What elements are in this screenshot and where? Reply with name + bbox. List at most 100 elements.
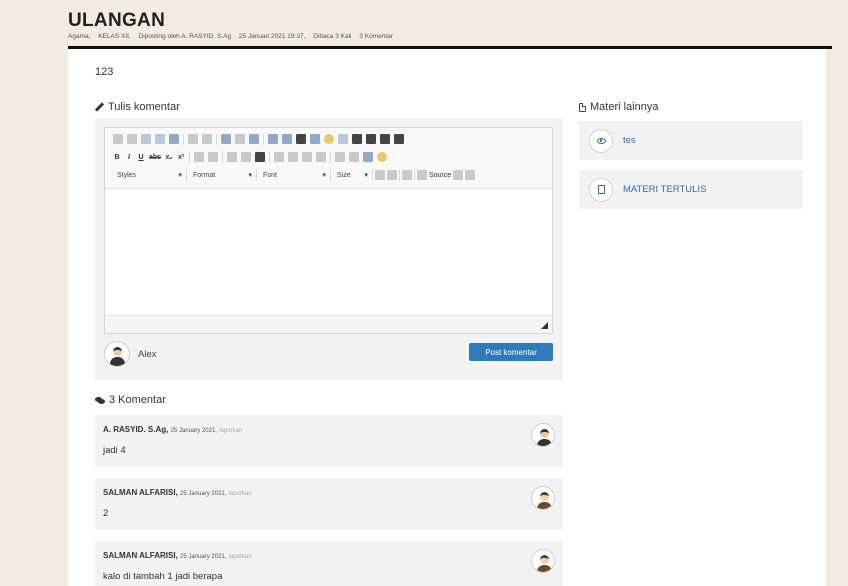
page-title: ULANGAN <box>68 10 166 31</box>
source-icon[interactable] <box>417 170 427 180</box>
link-icon[interactable] <box>221 134 231 144</box>
avatar-head <box>540 492 549 501</box>
editor-toolbar: B I U abc x₂ x² Styles ▾ Format ▾ Font ▾… <box>105 128 552 189</box>
comment-header: A. RASYID. S.Ag, 25 January 2021, lapork… <box>103 425 242 434</box>
comment-form: B I U abc x₂ x² Styles ▾ Format ▾ Font ▾… <box>95 118 563 380</box>
preview-icon[interactable] <box>375 170 385 180</box>
italic-button[interactable]: I <box>125 154 133 161</box>
bg-color-icon[interactable] <box>377 152 388 162</box>
paste-word-icon[interactable] <box>169 134 179 144</box>
comment-date: 25 January 2021, <box>180 491 227 497</box>
text-color-icon[interactable] <box>363 152 374 162</box>
size-dropdown-label: Size <box>337 171 351 179</box>
show-blocks-icon[interactable] <box>465 170 476 180</box>
copy-icon[interactable] <box>127 134 137 144</box>
sidebar-item-label[interactable]: MATERI TERTULIS <box>623 184 706 195</box>
font-dropdown-label: Font <box>263 171 278 179</box>
cut-icon[interactable] <box>113 134 123 144</box>
redo-icon[interactable] <box>202 134 212 144</box>
rich-text-editor: B I U abc x₂ x² Styles ▾ Format ▾ Font ▾… <box>104 127 553 334</box>
copyright-icon[interactable] <box>394 134 404 144</box>
meta-datetime: 25 Januari 2021 19:37, <box>238 33 306 40</box>
underline-button[interactable]: U <box>137 154 145 161</box>
editor-text-area[interactable] <box>105 189 552 317</box>
meta-author: Diposting oleh A. RASYID. S.Ag <box>138 33 232 40</box>
iframe-icon[interactable] <box>352 134 362 144</box>
report-link[interactable]: laporkan <box>219 428 242 434</box>
meta-category[interactable]: Agama, <box>68 33 90 40</box>
sidebar-item-materi-tertulis[interactable]: MATERI TERTULIS <box>579 170 803 209</box>
align-right-icon[interactable] <box>302 152 313 162</box>
anchor-icon[interactable] <box>249 134 259 144</box>
size-dropdown[interactable]: Size ▾ <box>333 169 373 181</box>
comments-icon <box>95 396 105 404</box>
comment-item: SALMAN ALFARISI, 25 January 2021, lapork… <box>95 478 563 530</box>
audio-icon[interactable] <box>296 134 306 144</box>
chevron-down-icon: ▾ <box>248 172 252 179</box>
toolbar-separator <box>269 151 271 163</box>
avatar-body <box>537 502 552 509</box>
paste-icon[interactable] <box>141 134 151 144</box>
materi-icon-badge <box>589 128 613 153</box>
smiley-icon[interactable] <box>324 134 334 144</box>
sidebar-heading-label: Materi lainnya <box>590 101 659 113</box>
format-dropdown-label: Format <box>193 171 216 179</box>
avatar-body <box>537 439 552 446</box>
maximize-icon[interactable] <box>453 170 464 180</box>
special-char-icon[interactable] <box>338 134 348 144</box>
chevron-down-icon: ▾ <box>178 172 182 179</box>
write-comment-heading: Tulis komentar <box>95 101 180 113</box>
print-icon[interactable] <box>387 170 397 180</box>
meta-comments-count[interactable]: 3 Komentar <box>359 33 393 40</box>
post-comment-button[interactable]: Post komentar <box>469 343 553 361</box>
sidebar-item-label[interactable]: tes <box>623 135 636 146</box>
sidebar-item-tes[interactable]: tes <box>579 121 803 160</box>
page-header: ULANGAN Agama, KELAS XII, Diposting oleh… <box>0 0 848 50</box>
outdent-icon[interactable] <box>227 152 238 162</box>
avatar-body <box>537 565 552 572</box>
resize-grip-icon[interactable] <box>541 322 548 329</box>
table-icon[interactable] <box>310 134 320 144</box>
unlink-icon[interactable] <box>235 134 245 144</box>
ltr-icon[interactable] <box>335 152 346 162</box>
image-icon[interactable] <box>268 134 278 144</box>
post-body: 123 <box>95 66 114 78</box>
bold-button[interactable]: B <box>113 154 121 161</box>
flash-icon[interactable] <box>282 134 292 144</box>
paste-text-icon[interactable] <box>155 134 165 144</box>
toolbar-separator <box>216 133 217 145</box>
spellcheck-icon[interactable] <box>380 134 390 144</box>
toolbar-separator <box>330 151 332 163</box>
comment-author: SALMAN ALFARISI, <box>103 488 178 497</box>
undo-icon[interactable] <box>188 134 198 144</box>
bulleted-list-icon[interactable] <box>208 152 219 162</box>
strike-button[interactable]: abc <box>149 154 161 161</box>
rtl-icon[interactable] <box>349 152 360 162</box>
comment-text: 2 <box>103 508 109 519</box>
avatar <box>104 341 130 367</box>
blockquote-icon[interactable] <box>255 152 266 162</box>
align-center-icon[interactable] <box>288 152 299 162</box>
avatar-head <box>113 347 122 356</box>
align-justify-icon[interactable] <box>316 152 327 162</box>
materi-icon-badge <box>589 177 613 202</box>
subscript-button[interactable]: x₂ <box>165 154 173 161</box>
indent-icon[interactable] <box>241 152 252 162</box>
font-dropdown[interactable]: Font ▾ <box>259 169 331 181</box>
format-dropdown[interactable]: Format ▾ <box>189 169 257 181</box>
report-link[interactable]: laporkan <box>229 491 252 497</box>
templates-icon[interactable] <box>402 170 412 180</box>
align-left-icon[interactable] <box>274 152 285 162</box>
source-button[interactable]: Source <box>429 172 451 179</box>
video-icon[interactable] <box>366 134 376 144</box>
report-link[interactable]: laporkan <box>229 554 252 560</box>
styles-dropdown[interactable]: Styles ▾ <box>113 169 187 181</box>
avatar-head <box>540 429 549 438</box>
comments-heading: 3 Komentar <box>95 394 166 406</box>
numbered-list-icon[interactable] <box>194 152 205 162</box>
avatar <box>531 486 555 510</box>
toolbar-row-1 <box>113 132 404 146</box>
meta-class[interactable]: KELAS XII, <box>98 33 131 40</box>
editor-statusbar <box>105 315 552 333</box>
superscript-button[interactable]: x² <box>177 154 185 161</box>
